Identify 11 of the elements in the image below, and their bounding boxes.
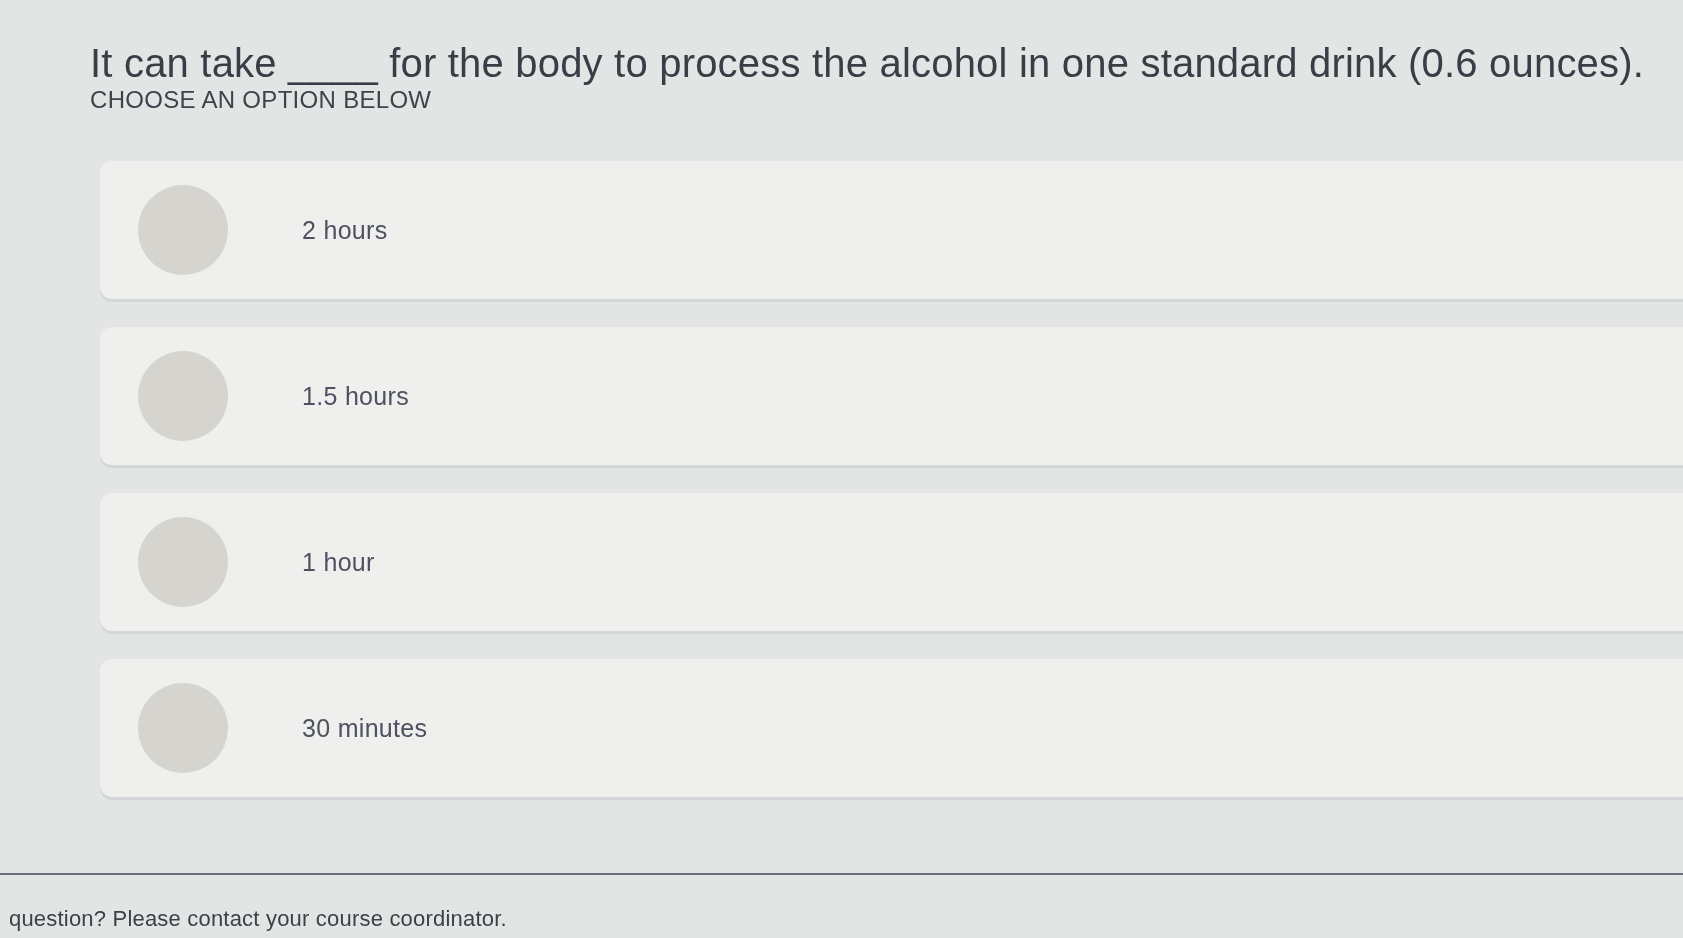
option-card[interactable]: 2 hours [100, 161, 1683, 299]
question-text: It can take ____ for the body to process the alcohol in one standard drink (0.6 ounces). [90, 40, 1645, 86]
option-label: 1 hour [302, 547, 375, 577]
option-card[interactable]: 1 hour [100, 493, 1683, 631]
option-card[interactable]: 1.5 hours [100, 327, 1683, 465]
help-text: question? Please contact your course coordinator. [9, 905, 507, 933]
option-card[interactable]: 30 minutes [100, 659, 1683, 797]
option-label: 1.5 hours [302, 381, 409, 411]
option-label: 2 hours [302, 215, 388, 245]
instruction-text: CHOOSE AN OPTION BELOW [90, 86, 432, 114]
option-label: 30 minutes [302, 713, 428, 743]
